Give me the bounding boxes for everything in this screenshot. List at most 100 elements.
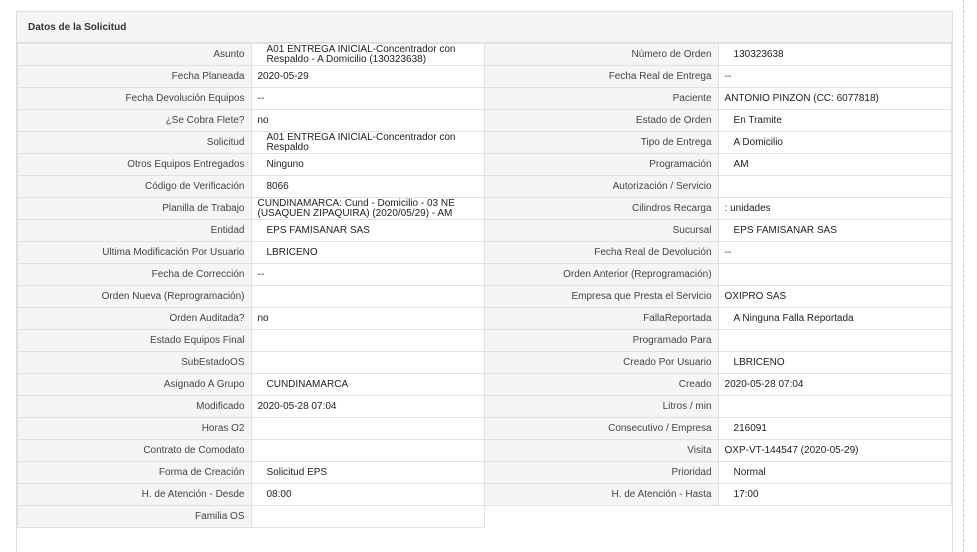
field-label: Programado Para — [484, 329, 719, 352]
table-row: Modificado 2020-05-28 07:04 Litros / min — [17, 395, 953, 418]
field-label: Fecha Real de Devolución — [484, 241, 719, 264]
field-value: CUNDINAMARCA: Cund - Domicilio - 03 NE (… — [250, 197, 486, 220]
table-row: Familia OS — [17, 505, 952, 528]
request-details-panel: Datos de la Solicitud Asunto A01 ENTREGA… — [16, 11, 953, 552]
field-value: Normal — [717, 461, 953, 484]
field-value — [717, 329, 953, 352]
field-value: 17:00 — [717, 483, 953, 506]
table-row: Forma de Creación Solicitud EPS Priorida… — [17, 461, 953, 484]
field-value: -- — [250, 87, 486, 110]
field-label: Creado Por Usuario — [484, 351, 719, 374]
field-value: 2020-05-29 — [250, 65, 486, 88]
field-label: Orden Auditada? — [17, 307, 252, 330]
field-value: ANTONIO PINZON (CC: 6077818) — [717, 87, 953, 110]
field-label: Cilindros Recarga — [484, 197, 719, 220]
table-row: Solicitud A01 ENTREGA INICIAL-Concentrad… — [17, 131, 953, 154]
field-label: Fecha Planeada — [17, 65, 252, 88]
table-row: Fecha Planeada 2020-05-29 Fecha Real de … — [17, 65, 953, 88]
field-value — [250, 329, 486, 352]
field-value: EPS FAMISANAR SAS — [717, 219, 953, 242]
field-value: En Tramite — [717, 109, 953, 132]
field-value — [717, 263, 953, 286]
field-label: H. de Atención - Desde — [17, 483, 252, 506]
field-label: Visita — [484, 439, 719, 462]
field-label: Fecha Real de Entrega — [484, 65, 719, 88]
field-value: 2020-05-28 07:04 — [717, 373, 953, 396]
field-value: Ninguno — [250, 153, 486, 176]
field-label: H. de Atención - Hasta — [484, 483, 719, 506]
field-value: OXIPRO SAS — [717, 285, 953, 308]
field-label: Tipo de Entrega — [484, 131, 719, 154]
table-row: Planilla de Trabajo CUNDINAMARCA: Cund -… — [17, 197, 953, 220]
field-label: Empresa que Presta el Servicio — [484, 285, 719, 308]
field-label: Contrato de Comodato — [17, 439, 252, 462]
field-value: A Domicilio — [717, 131, 953, 154]
dashed-divider — [963, 0, 964, 552]
field-value: -- — [717, 65, 953, 88]
field-label: Prioridad — [484, 461, 719, 484]
panel-title: Datos de la Solicitud — [17, 12, 952, 43]
table-row: Contrato de Comodato Visita OXP-VT-14454… — [17, 439, 953, 462]
field-label: Fecha Devolución Equipos — [17, 87, 252, 110]
field-label: Orden Anterior (Reprogramación) — [484, 263, 719, 286]
field-label: Código de Verificación — [17, 175, 252, 198]
field-label: FallaReportada — [484, 307, 719, 330]
field-value: 130323638 — [717, 43, 953, 66]
field-label: Sucursal — [484, 219, 719, 242]
field-label: Horas O2 — [17, 417, 252, 440]
details-table: Asunto A01 ENTREGA INICIAL-Concentrador … — [17, 43, 953, 528]
table-row: Horas O2 Consecutivo / Empresa 216091 — [17, 417, 953, 440]
field-value: CUNDINAMARCA — [250, 373, 486, 396]
field-label: Planilla de Trabajo — [17, 197, 252, 220]
field-label: SubEstadoOS — [17, 351, 252, 374]
field-label: Autorización / Servicio — [484, 175, 719, 198]
field-value: 08:00 — [250, 483, 486, 506]
field-value: AM — [717, 153, 953, 176]
field-label: Consecutivo / Empresa — [484, 417, 719, 440]
field-value — [250, 505, 486, 528]
table-row: SubEstadoOS Creado Por Usuario LBRICENO — [17, 351, 953, 374]
table-row: ¿Se Cobra Flete? no Estado de Orden En T… — [17, 109, 953, 132]
table-row: Estado Equipos Final Programado Para — [17, 329, 953, 352]
field-value: A01 ENTREGA INICIAL-Concentrador con Res… — [250, 131, 486, 154]
table-row: Asunto A01 ENTREGA INICIAL-Concentrador … — [17, 43, 953, 66]
field-value: 8066 — [250, 175, 486, 198]
field-value: 216091 — [717, 417, 953, 440]
field-value: : unidades — [717, 197, 953, 220]
field-value: Solicitud EPS — [250, 461, 486, 484]
field-value — [250, 285, 486, 308]
field-value: LBRICENO — [717, 351, 953, 374]
field-value — [717, 395, 953, 418]
field-label: Programación — [484, 153, 719, 176]
field-label: Fecha de Corrección — [17, 263, 252, 286]
field-value — [717, 175, 953, 198]
field-label: Ultima Modificación Por Usuario — [17, 241, 252, 264]
field-label: Litros / min — [484, 395, 719, 418]
field-label: Solicitud — [17, 131, 252, 154]
field-value — [250, 439, 486, 462]
field-value: -- — [250, 263, 486, 286]
field-label: Modificado — [17, 395, 252, 418]
table-row: Otros Equipos Entregados Ninguno Program… — [17, 153, 953, 176]
field-label: Orden Nueva (Reprogramación) — [17, 285, 252, 308]
field-value — [250, 417, 486, 440]
field-label: Entidad — [17, 219, 252, 242]
field-value: EPS FAMISANAR SAS — [250, 219, 486, 242]
field-value — [250, 351, 486, 374]
field-value: A Ninguna Falla Reportada — [717, 307, 953, 330]
table-row: Orden Nueva (Reprogramación) Empresa que… — [17, 285, 953, 308]
table-row: Fecha Devolución Equipos -- Paciente ANT… — [17, 87, 953, 110]
field-label: Familia OS — [17, 505, 252, 528]
field-label: Asunto — [17, 43, 252, 66]
field-value: LBRICENO — [250, 241, 486, 264]
field-label: Estado de Orden — [484, 109, 719, 132]
table-row: Ultima Modificación Por Usuario LBRICENO… — [17, 241, 953, 264]
field-label: Forma de Creación — [17, 461, 252, 484]
field-value: no — [250, 109, 486, 132]
field-value: no — [250, 307, 486, 330]
field-label: Paciente — [484, 87, 719, 110]
table-row: Entidad EPS FAMISANAR SAS Sucursal EPS F… — [17, 219, 953, 242]
table-row: Asignado A Grupo CUNDINAMARCA Creado 202… — [17, 373, 953, 396]
field-label: Asignado A Grupo — [17, 373, 252, 396]
field-value: A01 ENTREGA INICIAL-Concentrador con Res… — [250, 43, 486, 66]
